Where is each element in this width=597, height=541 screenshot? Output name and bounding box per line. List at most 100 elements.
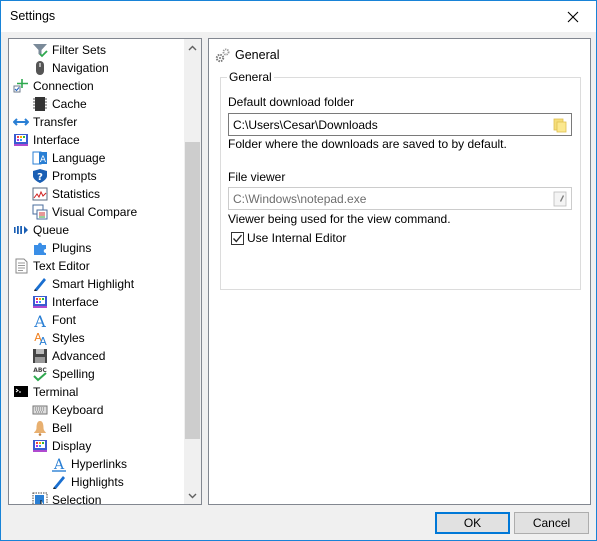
- mouse-icon: [32, 60, 48, 76]
- general-group: General Default download folder C:\Users…: [220, 70, 581, 290]
- tree-item-label: Advanced: [52, 349, 106, 363]
- tree-item-label: Terminal: [33, 385, 79, 399]
- styles-icon: AA: [32, 330, 48, 346]
- bell-icon: [32, 420, 48, 436]
- settings-tree[interactable]: Filter Sets Navigation Connection Cache Tran…: [8, 38, 202, 505]
- tree-item[interactable]: Terminal: [13, 383, 78, 401]
- tree-item[interactable]: A Language: [32, 149, 105, 167]
- tree-item[interactable]: A Font: [32, 311, 76, 329]
- tree-item[interactable]: Filter Sets: [32, 41, 106, 59]
- tree-item-label: Keyboard: [52, 403, 104, 417]
- tree-item-label: Navigation: [52, 61, 109, 75]
- svg-text:A: A: [33, 312, 46, 328]
- tree-item[interactable]: Smart Highlight: [32, 275, 134, 293]
- document-icon: [13, 258, 29, 274]
- scroll-up-button[interactable]: [184, 39, 201, 56]
- tree-item-label: Text Editor: [33, 259, 90, 273]
- vertical-scrollbar[interactable]: [184, 39, 201, 504]
- tree-item-label: Hyperlinks: [71, 457, 128, 471]
- tree-items: Filter Sets Navigation Connection Cache Tran…: [9, 39, 185, 504]
- checkbox-box[interactable]: [231, 231, 244, 245]
- tree-item[interactable]: Visual Compare: [32, 203, 137, 221]
- keyboard-icon: [32, 402, 48, 418]
- tree-item[interactable]: Display: [32, 437, 91, 455]
- queue-icon: [13, 222, 29, 238]
- font-icon: A: [32, 312, 48, 328]
- scroll-down-button[interactable]: [184, 487, 201, 504]
- use-internal-editor-label: Use Internal Editor: [247, 231, 347, 245]
- use-internal-editor-checkbox[interactable]: Use Internal Editor: [231, 231, 346, 245]
- tree-item[interactable]: Highlights: [51, 473, 124, 491]
- tree-item[interactable]: Connection: [13, 77, 94, 95]
- tree-item[interactable]: Transfer: [13, 113, 77, 131]
- tree-item-label: Statistics: [52, 187, 101, 201]
- download-folder-label: Default download folder: [228, 95, 355, 109]
- tree-item[interactable]: Bell: [32, 419, 72, 437]
- group-title: General: [227, 70, 274, 84]
- tree-item-label: Bell: [52, 421, 73, 435]
- tree-item-label: Interface: [52, 295, 99, 309]
- svg-text:A: A: [53, 457, 65, 472]
- tree-item-label: Selection: [52, 493, 102, 504]
- tree-item-label: Styles: [52, 331, 85, 345]
- spellcheck-icon: ABC: [32, 366, 48, 382]
- arrows-left-right-icon: [13, 114, 29, 130]
- panel-title: General: [235, 48, 280, 62]
- chip-icon: [32, 96, 48, 112]
- tree-item-label: Spelling: [52, 367, 95, 381]
- close-icon: [567, 11, 579, 22]
- close-button[interactable]: [550, 1, 596, 32]
- terminal-icon: [13, 384, 29, 400]
- settings-window: Settings Filter Sets Navigation Connection…: [0, 0, 597, 541]
- tree-item-label: Cache: [52, 97, 87, 111]
- svg-text:A: A: [39, 335, 47, 346]
- tree-item-label: Highlights: [71, 475, 124, 489]
- download-folder-value: C:\Users\Cesar\Downloads: [233, 117, 378, 132]
- ok-button[interactable]: OK: [435, 512, 510, 534]
- tree-item-label: Connection: [33, 79, 94, 93]
- tree-item[interactable]: Interface: [13, 131, 80, 149]
- folder-browse-icon[interactable]: [552, 117, 568, 133]
- tree-item[interactable]: Interface: [32, 293, 99, 311]
- svg-text:A: A: [40, 155, 47, 165]
- compare-windows-icon: [32, 204, 48, 220]
- chevron-down-icon: [188, 493, 197, 498]
- selection-icon: [32, 492, 48, 504]
- question-shield-icon: ?: [32, 168, 48, 184]
- tree-item[interactable]: ? Prompts: [32, 167, 97, 185]
- tree-item-label: Smart Highlight: [52, 277, 135, 291]
- tree-item[interactable]: ABC Spelling: [32, 365, 95, 383]
- file-viewer-input[interactable]: C:\Windows\notepad.exe: [228, 187, 572, 210]
- tree-item[interactable]: Statistics: [32, 185, 100, 203]
- checkmark-icon: [233, 234, 243, 242]
- palette-monitor-icon: [32, 438, 48, 454]
- tree-item[interactable]: Queue: [13, 221, 69, 239]
- file-browse-icon[interactable]: [552, 191, 568, 207]
- tree-item-label: Font: [52, 313, 77, 327]
- tree-item-label: Plugins: [52, 241, 92, 255]
- window-title: Settings: [10, 9, 56, 23]
- tree-item[interactable]: Keyboard: [32, 401, 103, 419]
- scroll-thumb[interactable]: [185, 142, 200, 439]
- tree-item[interactable]: Advanced: [32, 347, 105, 365]
- palette-monitor-icon: [13, 132, 29, 148]
- tree-item[interactable]: Plugins: [32, 239, 91, 257]
- tree-item-label: Queue: [33, 223, 70, 237]
- pen-icon: [32, 276, 48, 292]
- tree-item-label: Visual Compare: [52, 205, 138, 219]
- tree-item[interactable]: Cache: [32, 95, 87, 113]
- tree-item[interactable]: Text Editor: [13, 257, 90, 275]
- tree-item[interactable]: Selection: [32, 491, 101, 504]
- download-folder-input[interactable]: C:\Users\Cesar\Downloads: [228, 113, 572, 136]
- tree-item-label: Language: [52, 151, 106, 165]
- tree-item[interactable]: A A Styles: [32, 329, 85, 347]
- pen-icon: [51, 474, 67, 490]
- cancel-button[interactable]: Cancel: [514, 512, 589, 534]
- tree-item[interactable]: Navigation: [32, 59, 109, 77]
- tree-item[interactable]: A Hyperlinks: [51, 455, 127, 473]
- language-icon: A: [32, 150, 48, 166]
- tree-item-label: Transfer: [33, 115, 78, 129]
- chart-icon: [32, 186, 48, 202]
- chevron-up-icon: [188, 45, 197, 50]
- gears-icon: [215, 48, 230, 63]
